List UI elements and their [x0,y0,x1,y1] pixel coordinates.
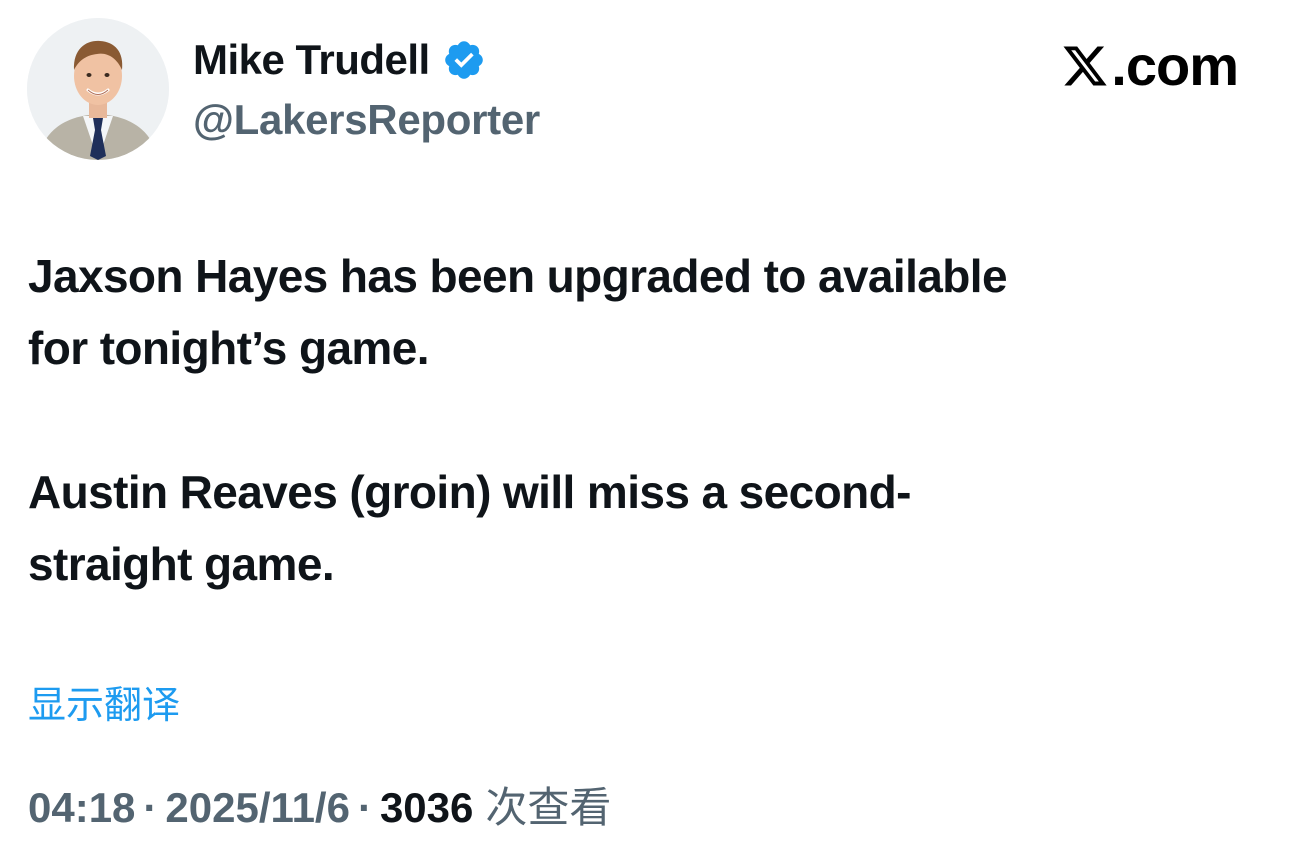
tweet-paragraph: Austin Reaves (groin) will miss a second… [28,466,911,590]
views-count[interactable]: 3036 [380,780,473,836]
x-logo-icon [1061,42,1109,90]
avatar[interactable] [27,18,169,160]
tweet-time[interactable]: 04:18 [28,780,135,836]
meta-separator: · [143,784,158,831]
tweet-date[interactable]: 2025/11/6 [165,780,350,836]
avatar-photo [27,18,169,160]
author-display-name[interactable]: Mike Trudell [193,34,430,86]
verified-badge-icon [442,38,486,82]
meta-separator: · [357,784,372,831]
author-handle[interactable]: @LakersReporter [193,94,540,146]
brand-domain-text: .com [1111,34,1239,97]
tweet-paragraph: Jaxson Hayes has been upgraded to availa… [28,250,1008,374]
views-label: 次查看 [485,783,612,832]
author-name-row[interactable]: Mike Trudell [193,34,486,86]
brand-watermark: .com [1061,34,1239,97]
tweet-meta: 04:18 · 2025/11/6 · 3036 次查看 [28,780,611,836]
show-translation-link[interactable]: 显示翻译 [28,680,180,730]
tweet-text: Jaxson Hayes has been upgraded to availa… [28,240,1248,600]
